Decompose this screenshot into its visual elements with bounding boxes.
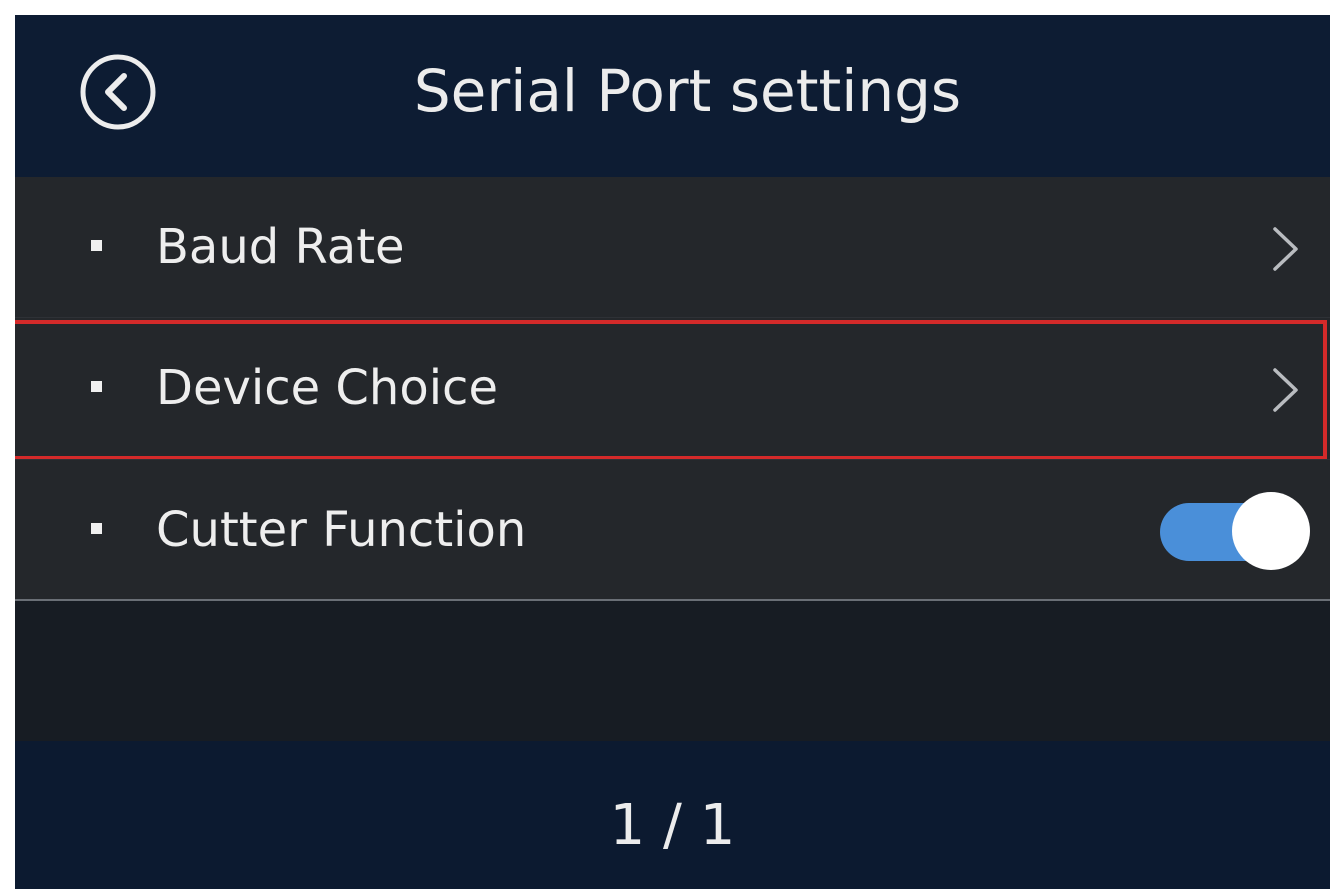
bullet-icon [91, 523, 102, 534]
settings-list: Baud Rate Device Choice Cutter Function [15, 177, 1330, 602]
header-bar: Serial Port settings [15, 15, 1330, 177]
settings-item-cutter-function: Cutter Function [15, 460, 1330, 601]
page-title: Serial Port settings [413, 57, 962, 125]
chevron-right-icon [1270, 225, 1300, 273]
bullet-icon [91, 240, 102, 251]
settings-item-label: Baud Rate [156, 219, 405, 275]
empty-list-area [15, 601, 1330, 741]
settings-item-label: Device Choice [156, 360, 498, 416]
page-indicator: 1 / 1 [609, 793, 736, 858]
chevron-right-icon [1270, 366, 1300, 414]
settings-item-device-choice[interactable]: Device Choice [15, 318, 1330, 460]
bullet-icon [91, 381, 102, 392]
serial-port-settings-screen: Serial Port settings Baud Rate Device Ch… [15, 15, 1330, 889]
settings-item-baud-rate[interactable]: Baud Rate [15, 177, 1330, 317]
toggle-knob [1232, 492, 1310, 570]
cutter-function-toggle[interactable] [1160, 492, 1310, 570]
settings-item-label: Cutter Function [156, 502, 527, 558]
footer-bar: 1 / 1 [15, 741, 1330, 889]
